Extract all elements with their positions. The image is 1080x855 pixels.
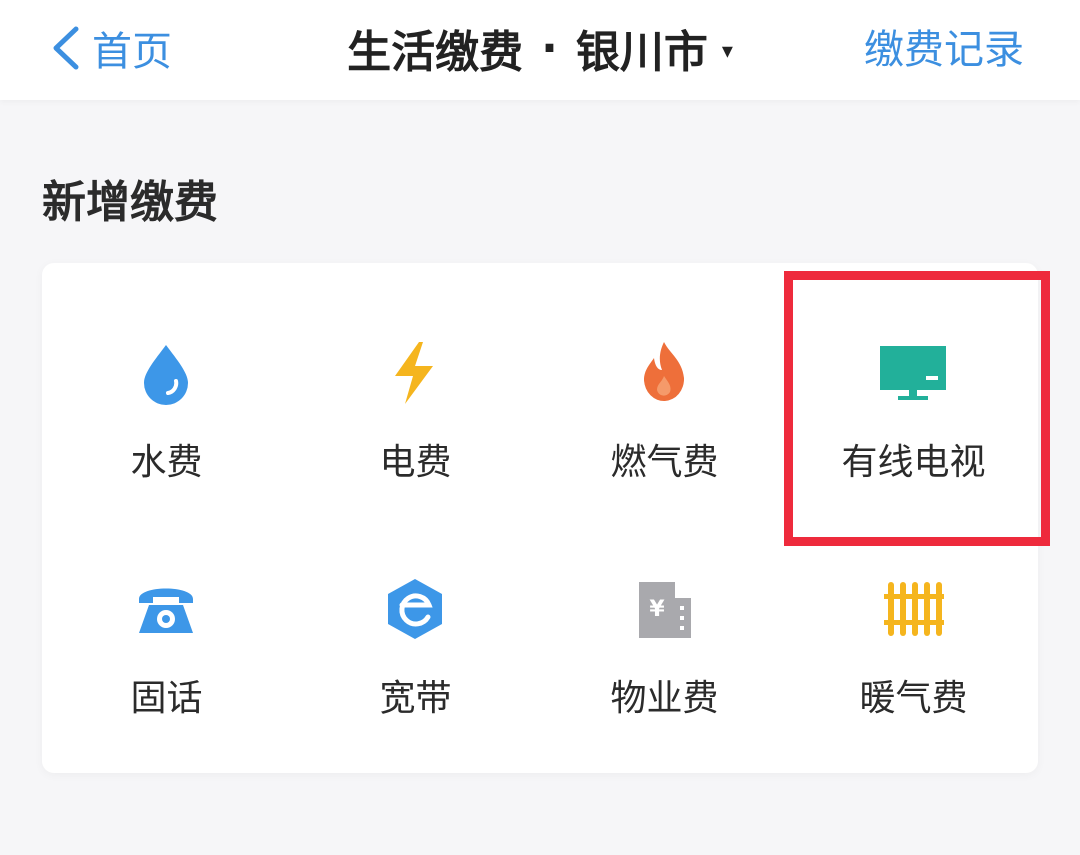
- item-label: 固话: [130, 678, 203, 719]
- item-label: 燃气费: [610, 442, 719, 483]
- tv-icon: [873, 333, 953, 413]
- lightning-icon: [375, 333, 455, 413]
- item-broadband[interactable]: 宽带: [291, 511, 540, 719]
- item-label: 物业费: [610, 678, 719, 719]
- flame-icon: [624, 333, 704, 413]
- item-label: 有线电视: [841, 442, 986, 483]
- title-separator: ·: [541, 22, 558, 74]
- nav-bar: 首页 生活缴费 · 银川市 ▾ 缴费记录: [0, 0, 1080, 100]
- item-landline[interactable]: 固话: [42, 511, 291, 719]
- item-heating[interactable]: 暖气费: [789, 511, 1038, 719]
- item-water[interactable]: 水费: [42, 275, 291, 483]
- caret-down-icon: ▾: [721, 38, 733, 64]
- city-name: 银川市: [575, 27, 708, 78]
- svg-text:¥: ¥: [649, 597, 665, 622]
- page-title: 生活缴费: [347, 27, 524, 78]
- item-electricity[interactable]: 电费: [291, 275, 540, 483]
- item-cable-tv[interactable]: 有线电视: [789, 275, 1038, 483]
- item-label: 宽带: [379, 678, 452, 719]
- radiator-icon: [873, 569, 953, 649]
- item-label: 水费: [130, 442, 203, 483]
- payment-records-link[interactable]: 缴费记录: [864, 22, 1024, 78]
- broadband-e-icon: [375, 569, 455, 649]
- telephone-icon: [126, 569, 206, 649]
- item-label: 电费: [379, 442, 452, 483]
- item-gas[interactable]: 燃气费: [540, 275, 789, 483]
- section-title: 新增缴费: [42, 177, 218, 228]
- payment-type-card: 水费 电费 燃气费 有线电视 固话 宽带 ¥ 物业费 暖气费: [42, 263, 1038, 773]
- item-property[interactable]: ¥ 物业费: [540, 511, 789, 719]
- water-drop-icon: [126, 333, 206, 413]
- item-label: 暖气费: [859, 678, 968, 719]
- building-yen-icon: ¥: [624, 569, 704, 649]
